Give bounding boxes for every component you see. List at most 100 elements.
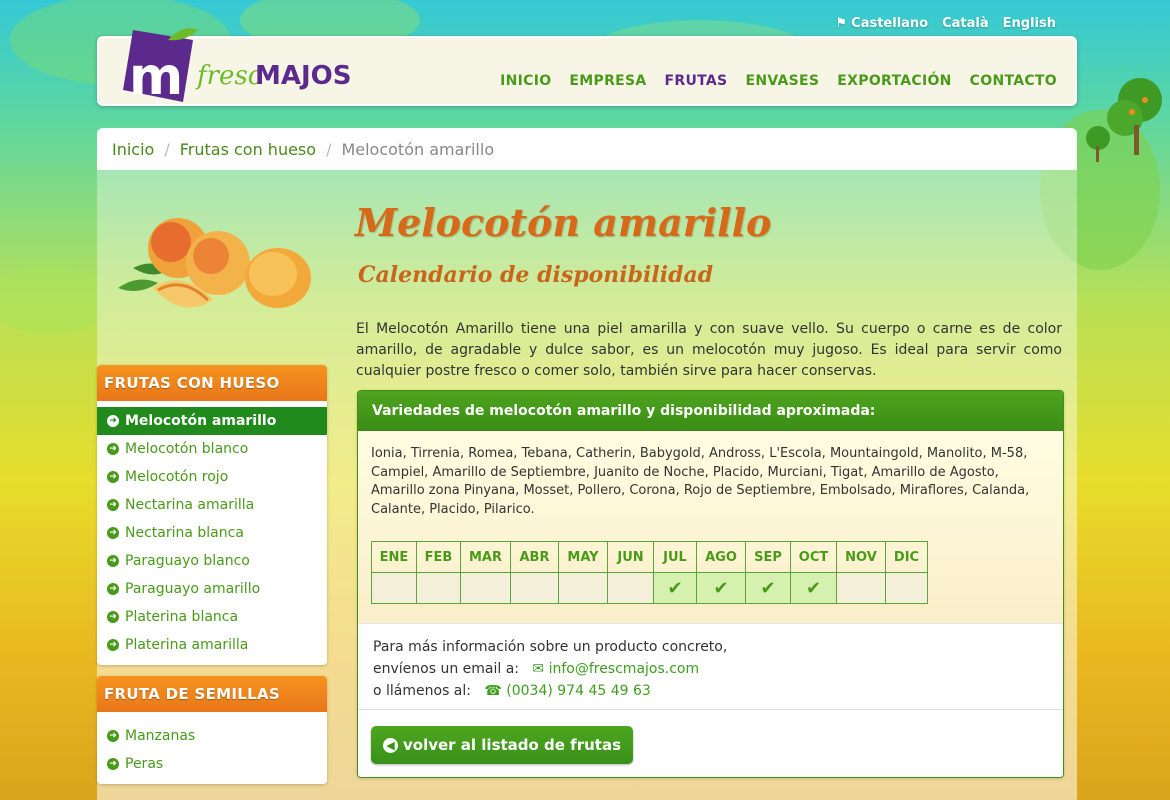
sidebar-item-label: Platerina blanca	[125, 609, 239, 625]
page-title: Melocotón amarillo	[355, 200, 772, 245]
breadcrumb-current: Melocotón amarillo	[341, 140, 495, 159]
month-jun: JUN	[607, 541, 654, 573]
language-switcher: ⚑ Castellano Català English	[836, 16, 1057, 31]
month-ago: AGO	[696, 541, 746, 573]
lang-castellano[interactable]: ⚑ Castellano	[836, 16, 929, 31]
back-button-label: volver al listado de frutas	[403, 736, 622, 754]
contact-phone-label: o llámenos al:	[373, 683, 471, 699]
card-footer: ◀ volver al listado de frutas	[358, 709, 1063, 777]
sidebar-item-label: Nectarina amarilla	[125, 497, 255, 513]
contact-line-3: o llámenos al: ☎ (0034) 974 45 49 63	[373, 680, 1048, 702]
breadcrumb-home[interactable]: Inicio	[112, 140, 154, 159]
svg-text:MAJOS: MAJOS	[255, 61, 352, 91]
sidebar-stone-fruits: FRUTAS CON HUESO ➜ Melocotón amarillo ➜ Me…	[97, 365, 327, 665]
main-nav: INICIO EMPRESA FRUTAS ENVASES EXPORTACIÓ…	[500, 73, 1057, 89]
svg-text:fresc: fresc	[195, 61, 263, 91]
peach-image	[118, 218, 311, 308]
lang-castellano-label: Castellano	[851, 16, 929, 31]
arrow-right-icon: ➜	[107, 471, 119, 483]
check-icon: ✔	[667, 577, 683, 599]
sidebar-item-label: Paraguayo amarillo	[125, 581, 261, 597]
back-to-fruits-button[interactable]: ◀ volver al listado de frutas	[371, 726, 634, 764]
sidebar-seed-fruits: FRUTA DE SEMILLAS ➜ Manzanas ➜ Peras	[97, 676, 327, 784]
phone-text: (0034) 974 45 49 63	[506, 683, 651, 699]
availability-cell-may	[558, 572, 608, 604]
availability-cell-sep: ✔	[745, 572, 791, 604]
sidebar-heading-seed: FRUTA DE SEMILLAS	[97, 676, 327, 712]
contact-line-2: envíenos un email a: ✉ info@frescmajos.c…	[373, 658, 1048, 680]
arrow-right-icon: ➜	[107, 611, 119, 623]
sidebar-item-label: Manzanas	[125, 728, 196, 744]
check-icon: ✔	[713, 577, 729, 599]
month-dic: DIC	[885, 541, 928, 573]
arrow-right-icon: ➜	[107, 443, 119, 455]
varieties-list: Ionia, Tirrenia, Romea, Tebana, Catherin…	[371, 446, 1030, 517]
arrow-right-icon: ➜	[107, 527, 119, 539]
month-may: MAY	[558, 541, 608, 573]
sidebar-item-melocoton-rojo[interactable]: ➜ Melocotón rojo	[97, 463, 327, 491]
nav-exportacion[interactable]: EXPORTACIÓN	[837, 73, 951, 89]
arrow-right-icon: ➜	[107, 639, 119, 651]
calendar-months-row: ENE FEB MAR ABR MAY JUN JUL AGO SEP OCT …	[371, 541, 928, 573]
sidebar-item-paraguayo-blanco[interactable]: ➜ Paraguayo blanco	[97, 547, 327, 575]
sidebar-item-melocoton-blanco[interactable]: ➜ Melocotón blanco	[97, 435, 327, 463]
availability-cell-oct: ✔	[790, 572, 837, 604]
nav-envases[interactable]: ENVASES	[745, 73, 819, 89]
phone-link[interactable]: ☎ (0034) 974 45 49 63	[484, 683, 650, 699]
email-link[interactable]: ✉ info@frescmajos.com	[532, 661, 699, 677]
envelope-icon: ✉	[532, 661, 545, 677]
month-feb: FEB	[416, 541, 461, 573]
sidebar-item-nectarina-blanca[interactable]: ➜ Nectarina blanca	[97, 519, 327, 547]
availability-cell-ago: ✔	[696, 572, 746, 604]
card-body: Ionia, Tirrenia, Romea, Tebana, Catherin…	[358, 431, 1063, 623]
site-header: m fresc MAJOS INICIO EMPRESA FRUTAS ENVA…	[97, 28, 1077, 107]
sidebar-item-label: Peras	[125, 756, 164, 772]
lang-english[interactable]: English	[1003, 16, 1056, 31]
month-abr: ABR	[510, 541, 559, 573]
availability-cell-ene	[371, 572, 417, 604]
flag-icon: ⚑	[835, 16, 848, 31]
month-jul: JUL	[653, 541, 697, 573]
availability-calendar: ENE FEB MAR ABR MAY JUN JUL AGO SEP OCT …	[371, 541, 928, 604]
sidebar-item-platerina-blanca[interactable]: ➜ Platerina blanca	[97, 603, 327, 631]
breadcrumb-section[interactable]: Frutas con hueso	[180, 140, 316, 159]
availability-cell-mar	[460, 572, 511, 604]
sidebar-item-label: Melocotón blanco	[125, 441, 249, 457]
sidebar-item-paraguayo-amarillo[interactable]: ➜ Paraguayo amarillo	[97, 575, 327, 603]
arrow-right-icon: ➜	[107, 555, 119, 567]
sidebar-item-label: Melocotón amarillo	[125, 413, 277, 429]
sidebar-item-nectarina-amarilla[interactable]: ➜ Nectarina amarilla	[97, 491, 327, 519]
sidebar-item-peras[interactable]: ➜ Peras	[97, 750, 327, 778]
nav-empresa[interactable]: EMPRESA	[569, 73, 646, 89]
sidebar-item-manzanas[interactable]: ➜ Manzanas	[97, 722, 327, 750]
page-subtitle: Calendario de disponibilidad	[358, 262, 714, 288]
nav-frutas[interactable]: FRUTAS	[665, 73, 728, 89]
arrow-right-icon: ➜	[107, 415, 119, 427]
arrow-right-icon: ➜	[107, 583, 119, 595]
breadcrumb-separator: /	[164, 140, 170, 159]
arrow-right-icon: ➜	[107, 730, 119, 742]
availability-cell-jun	[607, 572, 654, 604]
svg-text:m: m	[129, 47, 183, 107]
availability-cell-feb	[416, 572, 461, 604]
sidebar-item-platerina-amarilla[interactable]: ➜ Platerina amarilla	[97, 631, 327, 659]
sidebar-heading-stone: FRUTAS CON HUESO	[97, 365, 327, 401]
availability-cell-nov	[836, 572, 886, 604]
contact-line-1: Para más información sobre un producto c…	[373, 639, 728, 655]
availability-cell-abr	[510, 572, 559, 604]
month-sep: SEP	[745, 541, 791, 573]
sidebar-item-label: Melocotón rojo	[125, 469, 229, 485]
nav-inicio[interactable]: INICIO	[500, 73, 551, 89]
contact-email-label: envíenos un email a:	[373, 661, 520, 677]
arrow-right-icon: ➜	[107, 758, 119, 770]
arrow-left-icon: ◀	[383, 737, 398, 753]
nav-contacto[interactable]: CONTACTO	[970, 73, 1057, 89]
card-heading: Variedades de melocotón amarillo y dispo…	[358, 391, 1063, 431]
logo[interactable]: m fresc MAJOS	[113, 22, 363, 112]
availability-cell-jul: ✔	[653, 572, 697, 604]
sidebar-item-label: Nectarina blanca	[125, 525, 244, 541]
lang-catala[interactable]: Català	[942, 16, 989, 31]
availability-card: Variedades de melocotón amarillo y dispo…	[357, 390, 1064, 778]
month-oct: OCT	[790, 541, 837, 573]
sidebar-item-melocoton-amarillo[interactable]: ➜ Melocotón amarillo	[97, 407, 327, 435]
